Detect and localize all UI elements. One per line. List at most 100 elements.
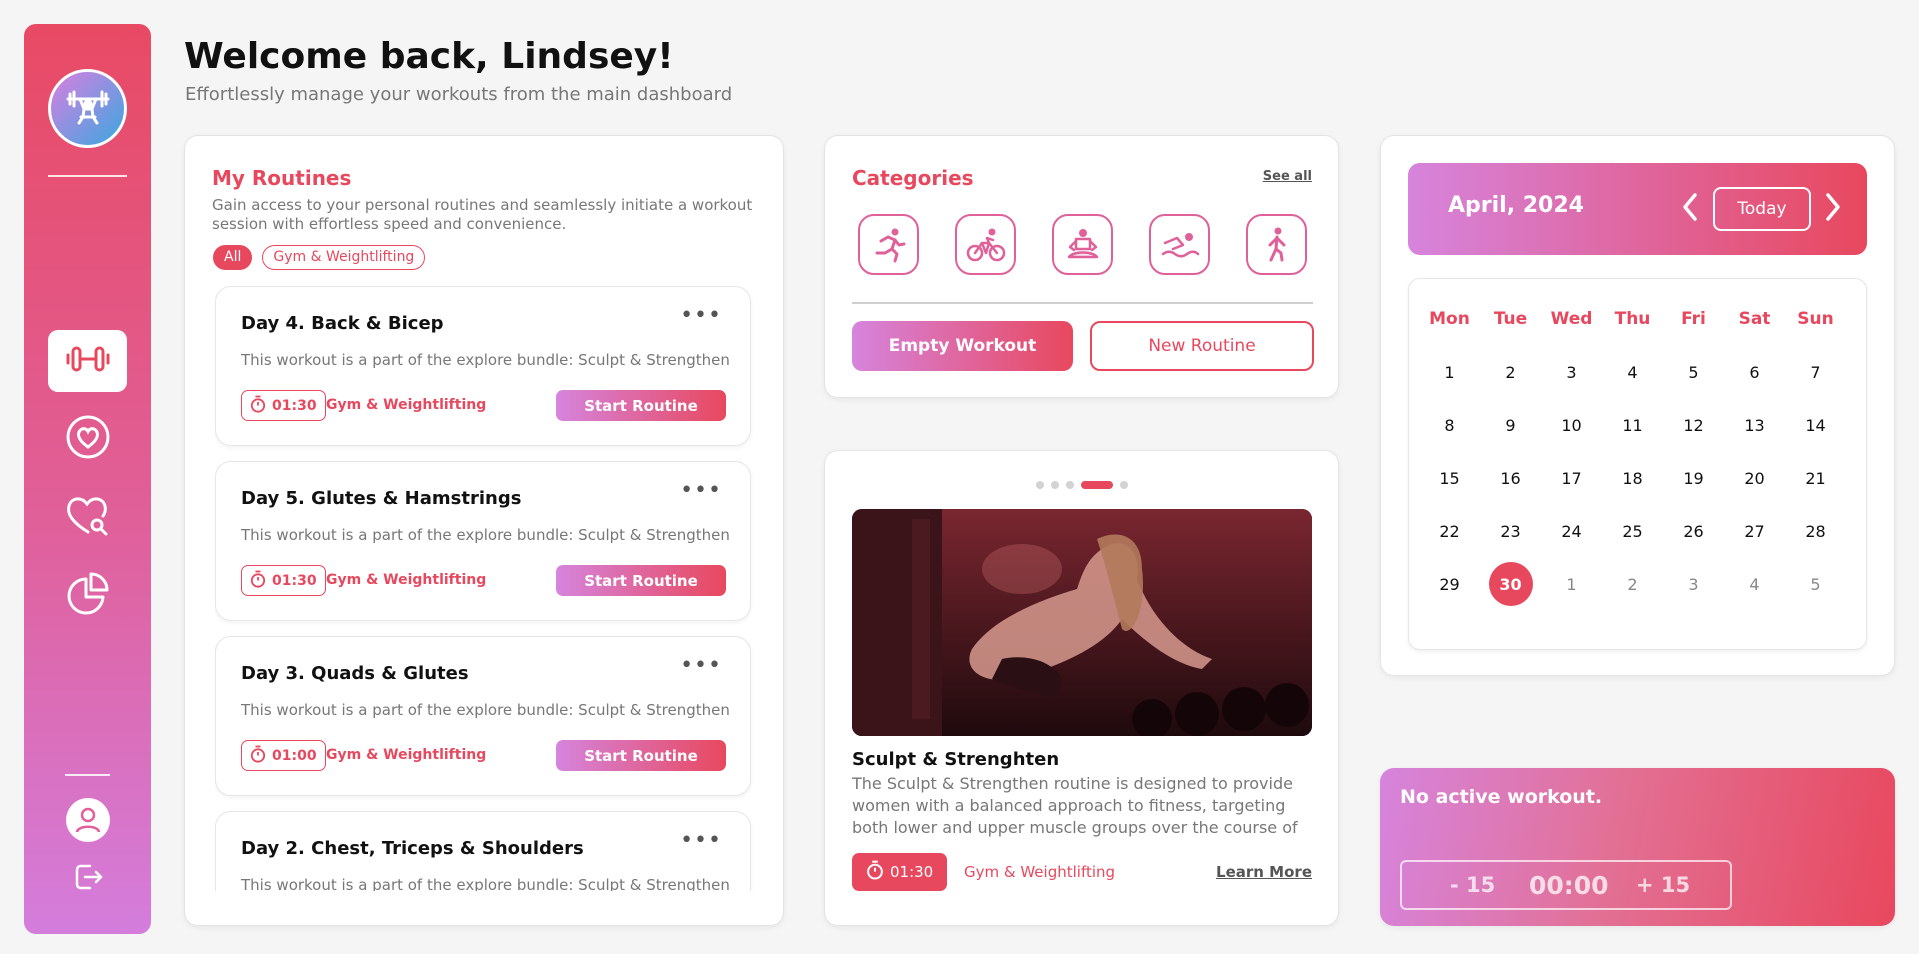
- page-subtitle: Effortlessly manage your workouts from t…: [185, 84, 733, 105]
- carousel-dot[interactable]: [1120, 481, 1128, 489]
- categories-card: Categories See all Empty Workout New Rou…: [824, 135, 1339, 398]
- nav-explore[interactable]: [48, 486, 127, 548]
- weightlifter-icon[interactable]: [48, 69, 127, 148]
- meditation-icon[interactable]: [1052, 214, 1113, 275]
- carousel-dot[interactable]: [1036, 481, 1044, 489]
- start-routine-button[interactable]: Start Routine: [556, 390, 726, 421]
- calendar-day[interactable]: 2: [1602, 572, 1663, 625]
- routine-filters: All Gym & Weightlifting: [213, 245, 426, 270]
- calendar-day-number: 18: [1622, 468, 1643, 488]
- nav-logout[interactable]: [48, 858, 127, 900]
- calendar-day-number: 11: [1622, 415, 1643, 435]
- stopwatch-icon: [250, 395, 266, 417]
- nav-profile[interactable]: [48, 791, 127, 853]
- routines-card: My Routines Gain access to your personal…: [184, 135, 784, 926]
- calendar-day[interactable]: 4: [1724, 572, 1785, 625]
- carousel-dot-active[interactable]: [1081, 481, 1113, 489]
- sidebar-divider: [65, 774, 110, 776]
- more-options-icon[interactable]: •••: [680, 655, 722, 677]
- calendar-day-number: 5: [1810, 574, 1821, 594]
- calendar-body: Mon Tue Wed Thu Fri Sat Sun 1 2 3 4 5 6 7 8 9 10 11 12 13 14…: [1408, 278, 1867, 650]
- filter-gym[interactable]: Gym & Weightlifting: [262, 245, 426, 270]
- routine-card[interactable]: Day 2. Chest, Triceps & Shoulders ••• Th…: [215, 811, 751, 891]
- featured-title: Sculpt & Strenghten: [852, 749, 1060, 770]
- routine-title: Day 4. Back & Bicep: [241, 313, 444, 334]
- featured-time: 01:30: [890, 863, 934, 881]
- chevron-right-icon[interactable]: [1819, 183, 1847, 231]
- calendar-day-number: 4: [1627, 362, 1638, 382]
- calendar-day-number: 1: [1444, 362, 1455, 382]
- calendar-day-number: 28: [1805, 521, 1826, 541]
- heart-search-icon: [64, 492, 112, 542]
- page-title: Welcome back, Lindsey!: [184, 36, 674, 77]
- empty-workout-button[interactable]: Empty Workout: [852, 321, 1073, 371]
- chevron-left-icon[interactable]: [1676, 183, 1704, 231]
- calendar-day-number: 16: [1500, 468, 1521, 488]
- user-icon: [65, 797, 111, 847]
- new-routine-button[interactable]: New Routine: [1090, 321, 1314, 371]
- calendar-day-number: 8: [1444, 415, 1455, 435]
- routine-card[interactable]: Day 3. Quads & Glutes ••• This workout i…: [215, 636, 751, 796]
- more-options-icon[interactable]: •••: [680, 830, 722, 852]
- calendar-day-today[interactable]: 30: [1480, 562, 1541, 625]
- calendar-day[interactable]: 1: [1541, 572, 1602, 625]
- cycling-icon[interactable]: [955, 214, 1016, 275]
- calendar-day-number: 30: [1488, 562, 1533, 606]
- calendar-grid: Mon Tue Wed Thu Fri Sat Sun 1 2 3 4 5 6 7 8 9 10 11 12 13 14…: [1419, 307, 1846, 625]
- walking-icon[interactable]: [1246, 214, 1307, 275]
- featured-duration: 01:30: [852, 853, 948, 891]
- calendar-day-number: 15: [1439, 468, 1460, 488]
- featured-image[interactable]: [852, 509, 1312, 736]
- calendar-day[interactable]: 29: [1419, 572, 1480, 625]
- routine-time: 01:00: [272, 747, 317, 764]
- calendar-day-number: 13: [1744, 415, 1765, 435]
- featured-card: Sculpt & Strenghten The Sculpt & Strengt…: [824, 450, 1339, 926]
- calendar-day-number: 5: [1688, 362, 1699, 382]
- calendar-day-number: 17: [1561, 468, 1582, 488]
- pie-chart-icon: [65, 570, 111, 620]
- learn-more-link[interactable]: Learn More: [1216, 863, 1312, 881]
- routines-description: Gain access to your personal routines an…: [212, 196, 753, 233]
- routine-description: This workout is a part of the explore bu…: [241, 526, 730, 544]
- start-routine-button[interactable]: Start Routine: [556, 740, 726, 771]
- more-options-icon[interactable]: •••: [680, 305, 722, 327]
- today-button[interactable]: Today: [1713, 187, 1811, 231]
- timer-display: 00:00: [1529, 870, 1609, 900]
- category-icons: [858, 214, 1307, 275]
- calendar-day-number: 21: [1805, 468, 1826, 488]
- calendar-day-number: 9: [1505, 415, 1516, 435]
- running-icon[interactable]: [858, 214, 919, 275]
- more-options-icon[interactable]: •••: [680, 480, 722, 502]
- active-workout-status: No active workout.: [1400, 786, 1603, 808]
- routine-card[interactable]: Day 4. Back & Bicep ••• This workout is …: [215, 286, 751, 446]
- carousel-dot[interactable]: [1066, 481, 1074, 489]
- carousel-dot[interactable]: [1051, 481, 1059, 489]
- calendar-card: April, 2024 Today Mon Tue Wed Thu Fri Sat Sun 1…: [1380, 135, 1895, 676]
- workout-timer: - 15 00:00 + 15: [1400, 860, 1732, 910]
- calendar-day[interactable]: 5: [1785, 572, 1846, 625]
- calendar-day-number: 14: [1805, 415, 1826, 435]
- swimming-icon[interactable]: [1149, 214, 1210, 275]
- routine-description: This workout is a part of the explore bu…: [241, 701, 730, 719]
- calendar-day-number: 2: [1505, 362, 1516, 382]
- nav-favorites[interactable]: [48, 408, 127, 470]
- routine-card[interactable]: Day 5. Glutes & Hamstrings ••• This work…: [215, 461, 751, 621]
- nav-stats[interactable]: [48, 564, 127, 626]
- categories-divider: [852, 302, 1313, 304]
- routines-title: My Routines: [212, 166, 352, 190]
- start-routine-button[interactable]: Start Routine: [556, 565, 726, 596]
- calendar-day-number: 22: [1439, 521, 1460, 541]
- routine-title: Day 2. Chest, Triceps & Shoulders: [241, 838, 584, 859]
- filter-all[interactable]: All: [213, 245, 253, 270]
- routine-list[interactable]: Day 4. Back & Bicep ••• This workout is …: [215, 286, 755, 891]
- stopwatch-icon: [250, 570, 266, 592]
- routine-description: This workout is a part of the explore bu…: [241, 876, 730, 891]
- calendar-day-number: 10: [1561, 415, 1582, 435]
- see-all-link[interactable]: See all: [1263, 169, 1312, 184]
- calendar-day[interactable]: 3: [1663, 572, 1724, 625]
- plus-15-button[interactable]: + 15: [1636, 873, 1690, 897]
- routine-time: 01:30: [272, 397, 317, 414]
- nav-workouts[interactable]: [48, 330, 127, 392]
- minus-15-button[interactable]: - 15: [1450, 873, 1495, 897]
- sidebar-divider: [48, 175, 127, 177]
